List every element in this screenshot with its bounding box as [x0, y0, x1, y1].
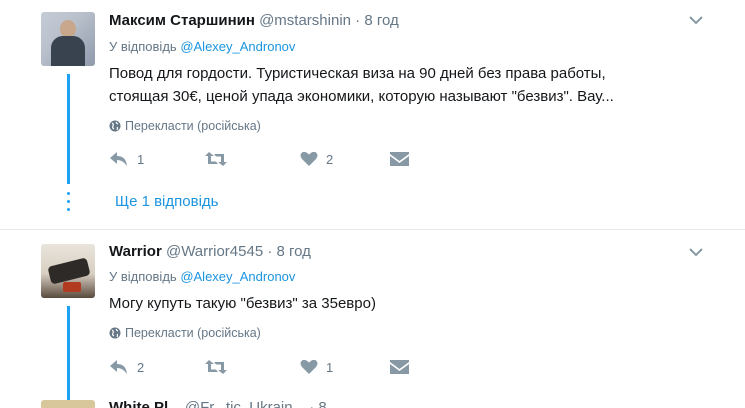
translate-label: Перекласти (російська) — [125, 119, 261, 133]
show-more-replies-link[interactable]: Ще 1 відповідь — [115, 193, 218, 210]
reply-button[interactable]: 2 — [109, 359, 144, 375]
user-fullname[interactable]: White Pl... — [109, 399, 181, 408]
user-fullname[interactable]: Warrior — [109, 243, 162, 260]
retweet-button[interactable] — [204, 151, 236, 167]
timestamp[interactable]: 8 год — [277, 243, 311, 260]
translate-link[interactable]: Перекласти (російська) — [109, 119, 261, 133]
separator: · — [267, 243, 273, 260]
tweet-text: Повод для гордости. Туристическая виза н… — [109, 62, 614, 108]
tweet-text-line: Могу купуть такую "безвиз" за 35евро) — [109, 295, 376, 312]
tweet-text-line: Повод для гордости. Туристическая виза н… — [109, 65, 606, 82]
envelope-icon — [390, 360, 409, 374]
tweet-header: White Pl... @Fr...tic_Ukrain... · 8... — [109, 399, 339, 408]
tweet-header: Максим Старшинин @mstarshinin · 8 год — [109, 12, 399, 29]
reply-context: У відповідь @Alexey_Andronov — [109, 269, 295, 284]
translate-label: Перекласти (російська) — [125, 326, 261, 340]
thread-line — [67, 74, 70, 184]
thread-dot — [67, 192, 70, 195]
divider — [0, 229, 745, 230]
like-button[interactable]: 2 — [300, 151, 333, 167]
heart-icon — [300, 359, 318, 374]
reply-icon — [110, 152, 127, 166]
retweet-icon — [205, 360, 227, 374]
reply-count: 1 — [137, 151, 145, 167]
reply-count: 2 — [137, 359, 145, 375]
reply-prefix: У відповідь — [109, 269, 177, 284]
heart-icon — [300, 151, 318, 166]
translate-link[interactable]: Перекласти (російська) — [109, 326, 261, 340]
user-handle[interactable]: @Fr...tic_Ukrain... · 8... — [185, 399, 339, 408]
avatar[interactable] — [41, 244, 95, 298]
reply-prefix: У відповідь — [109, 39, 177, 54]
tweet-header: Warrior @Warrior4545 · 8 год — [109, 243, 311, 260]
timestamp[interactable]: 8 год — [364, 12, 398, 29]
direct-message-button[interactable] — [390, 151, 409, 167]
tweet-text: Могу купуть такую "безвиз" за 35евро) — [109, 292, 376, 315]
chevron-down-icon[interactable] — [688, 247, 704, 257]
thread-dot — [67, 208, 70, 211]
envelope-icon — [390, 152, 409, 166]
reply-mention-link[interactable]: @Alexey_Andronov — [180, 39, 295, 54]
globe-icon — [109, 120, 121, 132]
reply-mention-link[interactable]: @Alexey_Andronov — [180, 269, 295, 284]
reply-icon — [110, 360, 127, 374]
like-count: 2 — [326, 151, 334, 167]
avatar[interactable] — [41, 12, 95, 66]
like-button[interactable]: 1 — [300, 359, 333, 375]
reply-button[interactable]: 1 — [109, 151, 144, 167]
retweet-button[interactable] — [204, 359, 236, 375]
direct-message-button[interactable] — [390, 359, 409, 375]
user-fullname[interactable]: Максим Старшинин — [109, 12, 255, 29]
like-count: 1 — [326, 359, 334, 375]
thread-dot — [67, 200, 70, 203]
tweet-text-line: стоящая 30€, ценой упада экономики, кото… — [109, 88, 614, 105]
user-handle[interactable]: @Warrior4545 — [166, 243, 263, 260]
reply-context: У відповідь @Alexey_Andronov — [109, 39, 295, 54]
thread-line — [67, 306, 70, 408]
globe-icon — [109, 327, 121, 339]
avatar[interactable] — [41, 400, 95, 408]
retweet-icon — [205, 152, 227, 166]
separator: · — [355, 12, 361, 29]
user-handle[interactable]: @mstarshinin — [259, 12, 351, 29]
chevron-down-icon[interactable] — [688, 15, 704, 25]
